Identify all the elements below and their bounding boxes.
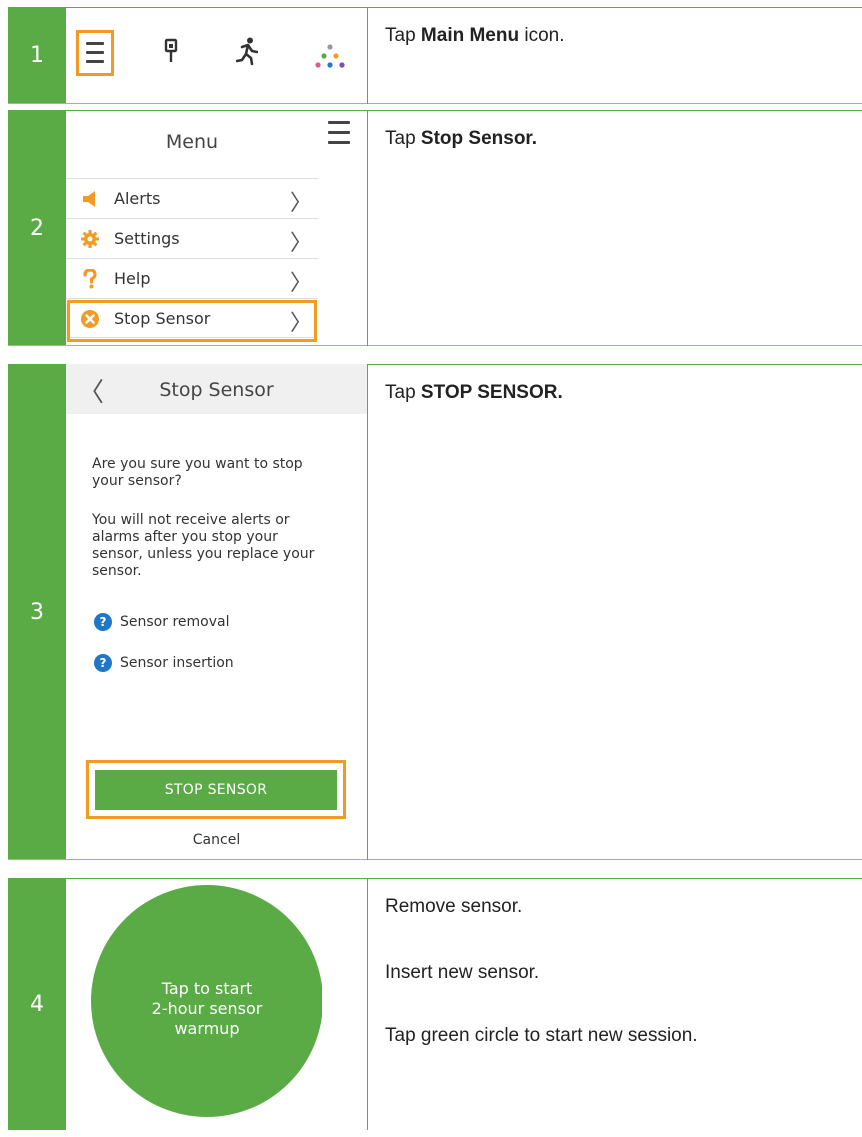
main-menu-icon[interactable]	[328, 121, 350, 151]
question-icon	[83, 269, 97, 289]
step-4: 4 Tap to start 2-hour sensor warmup Remo…	[8, 878, 862, 1130]
warning-text: You will not receive alerts or alarms af…	[92, 512, 315, 580]
instruction: Tap Stop Sensor.	[385, 128, 538, 149]
stop-sensor-button[interactable]: STOP SENSOR	[95, 770, 337, 810]
menu-item-help[interactable]: Help 〉	[66, 258, 318, 298]
dots-icon[interactable]	[315, 44, 345, 68]
sensor-insertion-link[interactable]: ? Sensor insertion	[94, 654, 234, 672]
cancel-link[interactable]: Cancel	[66, 832, 367, 848]
step-number: 1	[8, 7, 66, 104]
sensor-icon[interactable]	[163, 38, 179, 64]
chevron-right-icon: 〉	[289, 231, 312, 256]
step-number: 2	[8, 110, 66, 346]
screen-title: Stop Sensor	[159, 379, 274, 401]
sensor-removal-link[interactable]: ? Sensor removal	[94, 613, 229, 631]
activity-icon[interactable]	[236, 37, 258, 65]
step-number: 4	[8, 878, 66, 1130]
step-2: 2 Menu Alerts 〉 Settings 〉 Help 〉 Stop S…	[8, 110, 862, 346]
help-circle-icon: ?	[94, 654, 112, 672]
stop-sensor-highlight	[67, 300, 317, 342]
step-3: 3 〈 Stop Sensor Are you sure you want to…	[8, 364, 862, 860]
confirm-question: Are you sure you want to stop your senso…	[92, 456, 303, 490]
start-circle-area: Tap to start 2-hour sensor warmup	[66, 879, 322, 1130]
circle-label: Tap to start 2-hour sensor warmup	[151, 979, 263, 1038]
step-number: 3	[8, 364, 66, 860]
step-1: 1 Tap Main Menu icon.	[8, 7, 862, 104]
speaker-icon	[83, 191, 95, 207]
help-circle-icon: ?	[94, 613, 112, 631]
chevron-right-icon: 〉	[289, 271, 312, 296]
main-menu-icon[interactable]	[76, 30, 114, 76]
instruction-line: Insert new sensor.	[385, 962, 540, 983]
instruction-line: Tap green circle to start new session.	[385, 1025, 698, 1046]
instruction: Tap Main Menu icon.	[385, 25, 565, 46]
menu-item-settings[interactable]: Settings 〉	[66, 218, 318, 258]
screen-header: 〈 Stop Sensor	[66, 364, 367, 414]
menu-item-alerts[interactable]: Alerts 〉	[66, 178, 318, 218]
instruction-line: Remove sensor.	[385, 896, 523, 917]
gear-icon	[81, 230, 99, 248]
menu-title: Menu	[165, 131, 219, 153]
instruction: Tap STOP SENSOR.	[385, 382, 563, 403]
chevron-right-icon: 〉	[289, 191, 312, 216]
